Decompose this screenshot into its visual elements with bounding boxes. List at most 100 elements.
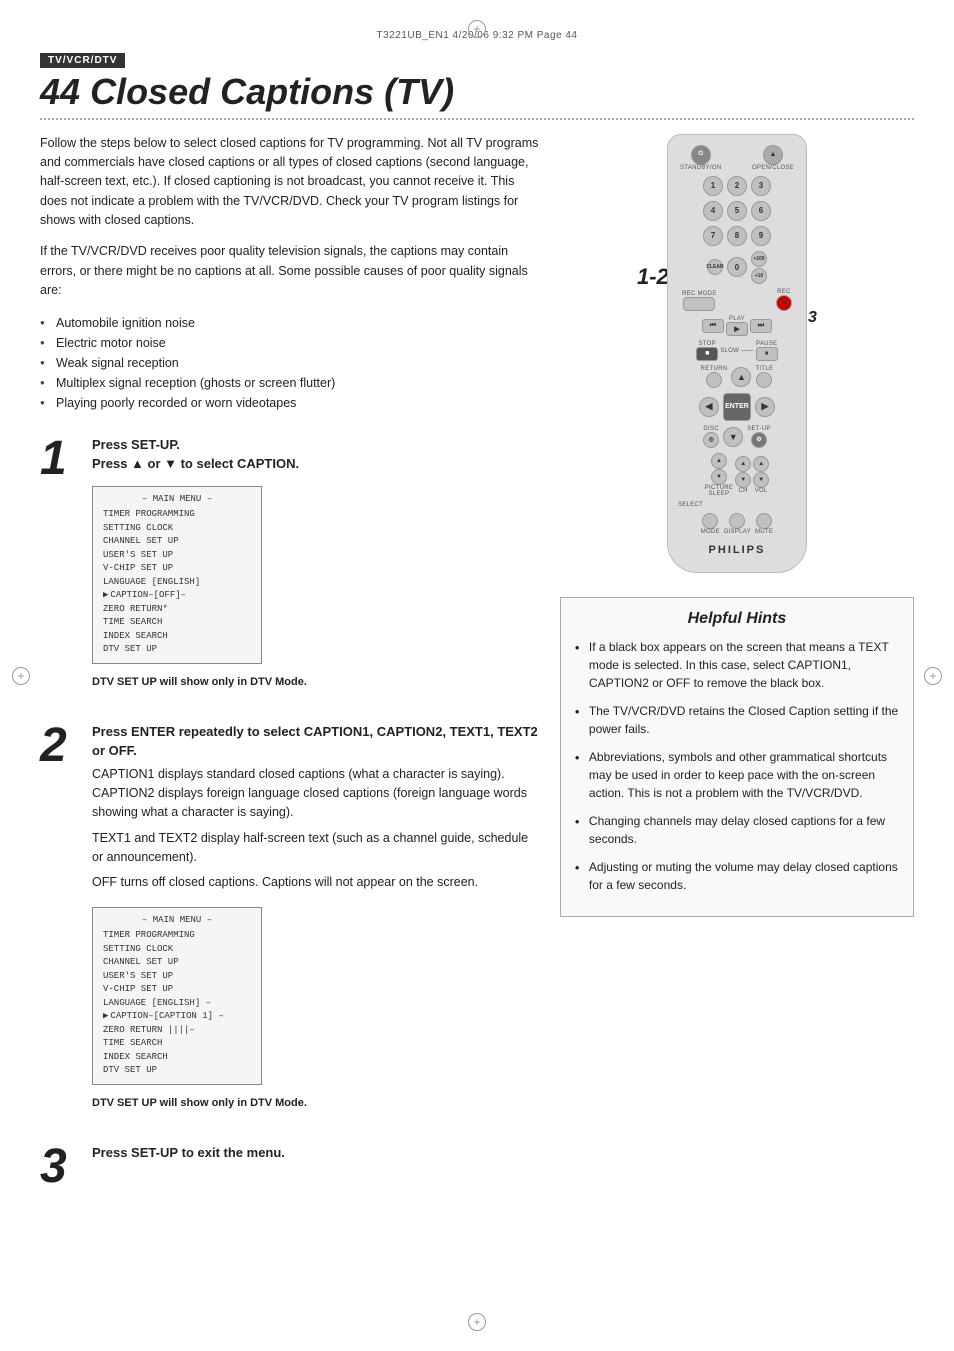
main-content: Follow the steps below to select closed …: [40, 134, 914, 1211]
brand-label: PHILIPS: [709, 544, 766, 556]
menu-item: ZERO RETURN*: [103, 603, 251, 617]
menu-item: TIMER PROGRAMMING: [103, 929, 251, 943]
menu-item: TIMER PROGRAMMING: [103, 508, 251, 522]
picture-up-button[interactable]: ▲: [711, 453, 727, 469]
causes-list: Automobile ignition noise Electric motor…: [40, 313, 540, 413]
menu-item: TIME SEARCH: [103, 616, 251, 630]
rec-mode-button[interactable]: [683, 297, 715, 311]
num-6-button[interactable]: 6: [751, 201, 771, 221]
num-7-button[interactable]: 7: [703, 226, 723, 246]
right-button[interactable]: ▶: [755, 397, 775, 417]
step-2: 2 Press ENTER repeatedly to select CAPTI…: [40, 722, 540, 1123]
step-3: 3 Press SET-UP to exit the menu.: [40, 1143, 540, 1191]
picture-down-button[interactable]: ▼: [711, 469, 727, 485]
number-row-3: 7 8 9: [676, 226, 798, 246]
num-0-button[interactable]: 0: [727, 257, 747, 277]
step-2-dtv-note: DTV SET UP will show only in DTV Mode.: [92, 1097, 540, 1109]
hint-1: If a black box appears on the screen tha…: [575, 638, 899, 692]
reg-mark-bottom: [468, 1313, 486, 1331]
menu-item: USER'S SET UP: [103, 549, 251, 563]
hints-list: If a black box appears on the screen tha…: [575, 638, 899, 894]
remote-control: ⏻ STANDBY/ON ▲ OPEN/CLOSE 1 2 3: [667, 134, 807, 573]
ch-up-button[interactable]: ▲: [735, 456, 751, 472]
title-button[interactable]: [756, 372, 772, 388]
section-tag: TV/VCR/DTV: [40, 51, 914, 72]
helpful-hints-title: Helpful Hints: [575, 610, 899, 628]
vol-up-button[interactable]: ▲: [753, 456, 769, 472]
menu-item: DTV SET UP: [103, 1064, 251, 1078]
list-item: Automobile ignition noise: [40, 313, 540, 333]
stop-button[interactable]: ■: [696, 347, 718, 361]
play-button[interactable]: ▶: [726, 322, 748, 336]
menu-item: DTV SET UP: [103, 643, 251, 657]
picture-row: ▲ ▼ PICTURESLEEP ▲ ▼ CH ▲ ▼ VOL: [676, 453, 798, 497]
menu-item: USER'S SET UP: [103, 970, 251, 984]
reg-mark-right: [924, 667, 942, 685]
reg-mark-left: [12, 667, 30, 685]
menu-item-selected: ▶ CAPTION–[OFF]–: [103, 589, 251, 603]
step-2-body-1: CAPTION1 displays standard closed captio…: [92, 765, 540, 823]
menu-item: CHANNEL SET UP: [103, 535, 251, 549]
menu-item-selected-2: ▶ CAPTION–[CAPTION 1] –: [103, 1010, 251, 1024]
menu-item: SETTING CLOCK: [103, 522, 251, 536]
return-button[interactable]: [706, 372, 722, 388]
down-button[interactable]: ▼: [723, 427, 743, 447]
remote-wrapper: 1-2 1,3 ⏻ STANDBY/ON ▲ OPEN/CLOSE: [667, 134, 807, 573]
right-column: 1-2 1,3 ⏻ STANDBY/ON ▲ OPEN/CLOSE: [560, 134, 914, 1211]
ch-down-button[interactable]: ▼: [735, 472, 751, 488]
num-5-button[interactable]: 5: [727, 201, 747, 221]
pause-button[interactable]: ⏸: [756, 347, 778, 361]
menu-item: CHANNEL SET UP: [103, 956, 251, 970]
enter-button[interactable]: ENTER: [723, 393, 751, 421]
menu-header: – MAIN MENU –: [103, 493, 251, 507]
clear-button[interactable]: CLEAR: [707, 259, 723, 275]
rewind-button[interactable]: ⏮: [702, 319, 724, 333]
list-item: Multiplex signal reception (ghosts or sc…: [40, 373, 540, 393]
display-button[interactable]: [729, 513, 745, 529]
step-2-title: Press ENTER repeatedly to select CAPTION…: [92, 722, 540, 761]
fastforward-button[interactable]: ⏭: [750, 319, 772, 333]
plus100-button[interactable]: +100: [751, 251, 767, 267]
page-title: 44 Closed Captions (TV): [40, 72, 914, 112]
list-item: Electric motor noise: [40, 333, 540, 353]
step-1: 1 Press SET-UP. Press ▲ or ▼ to select C…: [40, 435, 540, 702]
step-2-number: 2: [40, 722, 80, 770]
open-close-button[interactable]: ▲: [763, 145, 783, 165]
menu-item: ZERO RETURN ||||–: [103, 1024, 251, 1038]
step-3-content: Press SET-UP to exit the menu.: [92, 1143, 540, 1167]
intro-paragraph2: If the TV/VCR/DVD receives poor quality …: [40, 242, 540, 300]
playback-row: ⏮ PLAY ▶ ⏭: [676, 316, 798, 336]
setup-button[interactable]: ⚙: [751, 432, 767, 448]
step-3-number: 3: [40, 1143, 80, 1191]
step-1-number: 1: [40, 435, 80, 483]
list-item: Weak signal reception: [40, 353, 540, 373]
num-3-button[interactable]: 3: [751, 176, 771, 196]
menu-item: INDEX SEARCH: [103, 1051, 251, 1065]
left-button[interactable]: ◀: [699, 397, 719, 417]
mode-button[interactable]: [702, 513, 718, 529]
step-1-content: Press SET-UP. Press ▲ or ▼ to select CAP…: [92, 435, 540, 702]
vol-down-button[interactable]: ▼: [753, 472, 769, 488]
plus10-button[interactable]: +10: [751, 268, 767, 284]
mute-button[interactable]: [756, 513, 772, 529]
num-1-button[interactable]: 1: [703, 176, 723, 196]
menu-item: V-CHIP SET UP: [103, 983, 251, 997]
number-row-1: 1 2 3: [676, 176, 798, 196]
rec-button[interactable]: ●: [776, 295, 792, 311]
return-row: RETURN ▲ TITLE: [676, 366, 798, 388]
hint-4: Changing channels may delay closed capti…: [575, 812, 899, 848]
disc-button[interactable]: ◎: [703, 432, 719, 448]
up-button[interactable]: ▲: [731, 367, 751, 387]
step-1-title: Press SET-UP. Press ▲ or ▼ to select CAP…: [92, 435, 540, 474]
step-1-menu: – MAIN MENU – TIMER PROGRAMMING SETTING …: [92, 486, 262, 664]
num-4-button[interactable]: 4: [703, 201, 723, 221]
menu-header-2: – MAIN MENU –: [103, 914, 251, 928]
hint-3: Abbreviations, symbols and other grammat…: [575, 748, 899, 802]
num-9-button[interactable]: 9: [751, 226, 771, 246]
standby-button[interactable]: ⏻: [691, 145, 711, 165]
step-1-dtv-note: DTV SET UP will show only in DTV Mode.: [92, 676, 540, 688]
left-column: Follow the steps below to select closed …: [40, 134, 540, 1211]
num-8-button[interactable]: 8: [727, 226, 747, 246]
menu-item: INDEX SEARCH: [103, 630, 251, 644]
num-2-button[interactable]: 2: [727, 176, 747, 196]
